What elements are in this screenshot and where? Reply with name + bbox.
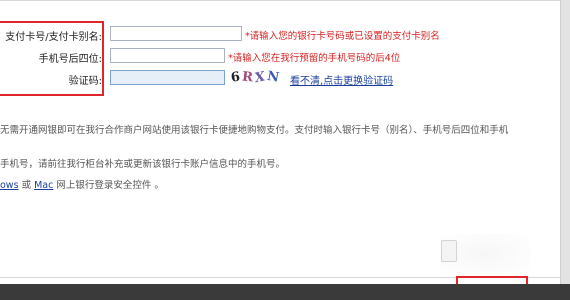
bottom-bar (0, 284, 570, 300)
windows-control-link[interactable]: ows (0, 180, 19, 191)
refresh-captcha-link[interactable]: 看不清,点击更换验证码 (290, 72, 393, 87)
top-divider (0, 0, 561, 1)
or-text: 或 (18, 180, 35, 191)
info-note-3: ows 或 Mac 网上银行登录安全控件 。 (0, 177, 164, 191)
window-right-border (560, 0, 570, 300)
submit-button-highlight[interactable] (456, 276, 528, 284)
info-note-1: 无需开通网银即可在我行合作商户网站使用该银行卡便捷地购物支付。支付时输入银行卡号… (0, 125, 509, 136)
captcha-input[interactable] (110, 70, 225, 85)
phone-last4-hint-text: 请输入您在我行预留的手机号码的后4位 (232, 53, 401, 64)
card-number-label: 支付卡号/支付卡别名: (5, 32, 102, 43)
phone-last4-label: 手机号后四位: (38, 54, 102, 65)
control-text: 网上银行登录安全控件 。 (53, 180, 164, 191)
captcha-label: 验证码: (68, 76, 102, 87)
phone-last4-hint: *请输入您在我行预留的手机号码的后4位 (228, 50, 400, 64)
phone-last4-input[interactable] (110, 48, 225, 63)
info-note-2: 手机号，请前往我行柜台补充或更新该银行卡账户信息中的手机号。 (0, 159, 286, 170)
card-number-hint: *请输入您的银行卡号码或已设置的支付卡别名 (245, 28, 440, 42)
mac-control-link[interactable]: Mac (34, 180, 53, 191)
captcha-char: N (265, 68, 283, 87)
card-number-hint-text: 请输入您的银行卡号码或已设置的支付卡别名 (249, 31, 440, 42)
card-number-input[interactable] (110, 26, 242, 41)
captcha-image[interactable]: 6RXN (230, 68, 289, 87)
scroll-marker (441, 240, 457, 262)
